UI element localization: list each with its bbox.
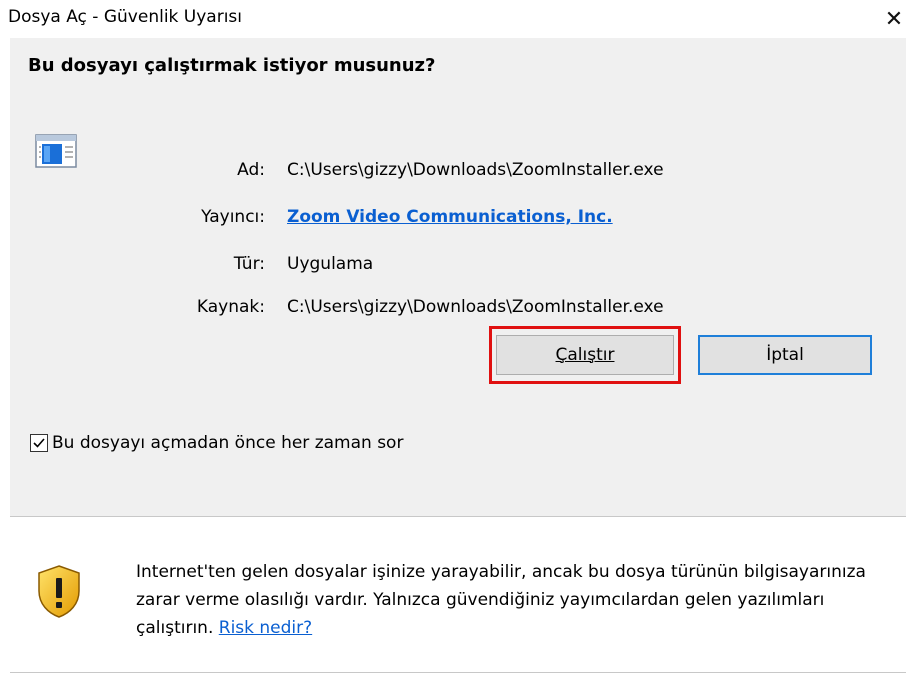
cancel-button-label: İptal <box>766 345 804 365</box>
checkmark-icon <box>33 438 45 448</box>
publisher-label: Yayıncı: <box>201 207 265 227</box>
bottom-divider <box>10 672 906 673</box>
always-ask-checkbox[interactable]: Bu dosyayı açmadan önce her zaman sor <box>30 433 403 453</box>
application-icon <box>35 134 77 168</box>
cancel-button[interactable]: İptal <box>698 335 872 375</box>
warning-text: Internet'ten gelen dosyalar işinize yara… <box>136 558 896 642</box>
run-button-label: Çalıştır <box>555 345 615 365</box>
name-label: Ad: <box>237 160 265 180</box>
dialog-question: Bu dosyayı çalıştırmak istiyor musunuz? <box>28 55 436 76</box>
checkbox-label: Bu dosyayı açmadan önce her zaman sor <box>52 433 404 453</box>
window-title: Dosya Aç - Güvenlik Uyarısı <box>8 7 242 27</box>
run-button[interactable]: Çalıştır <box>496 335 674 375</box>
source-label: Kaynak: <box>196 297 265 317</box>
close-icon[interactable]: ✕ <box>876 0 912 38</box>
title-bar: Dosya Aç - Güvenlik Uyarısı ✕ <box>0 0 916 38</box>
type-label: Tür: <box>233 254 265 274</box>
source-value: C:\Users\gizzy\Downloads\ZoomInstaller.e… <box>287 297 664 317</box>
divider <box>10 516 906 517</box>
risk-link[interactable]: Risk nedir? <box>219 618 312 638</box>
name-value: C:\Users\gizzy\Downloads\ZoomInstaller.e… <box>287 160 664 180</box>
publisher-link[interactable]: Zoom Video Communications, Inc. <box>287 207 613 227</box>
checkbox-box[interactable] <box>30 434 48 452</box>
shield-warning-icon <box>38 565 80 618</box>
type-value: Uygulama <box>287 254 374 274</box>
